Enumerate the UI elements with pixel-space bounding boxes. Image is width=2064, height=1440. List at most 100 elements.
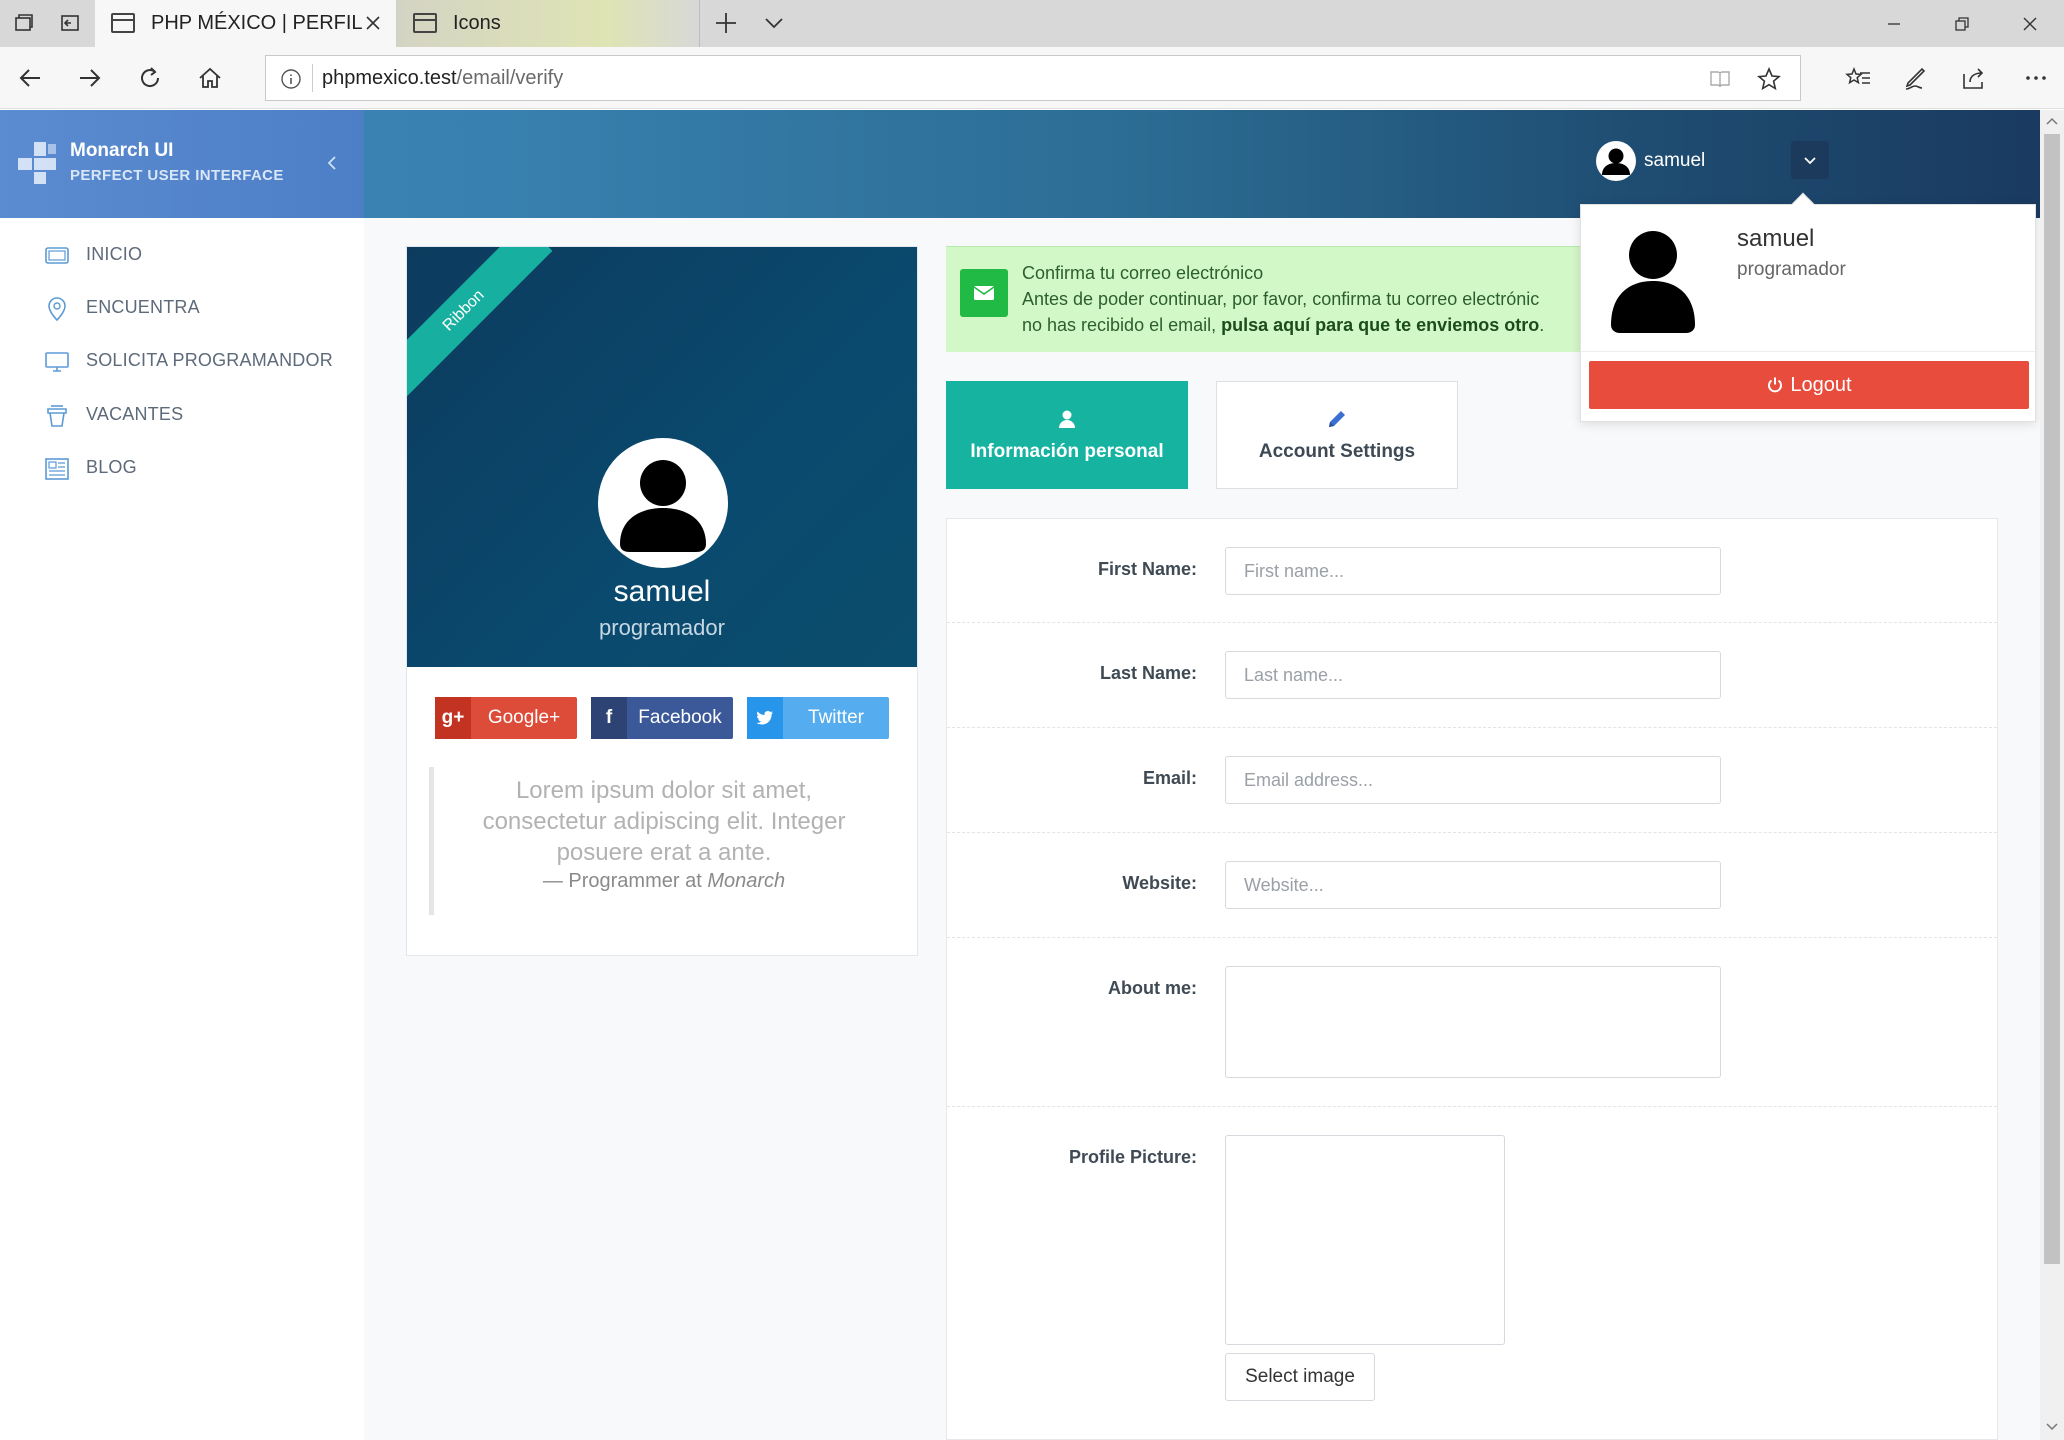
sidebar-item-label: VACANTES	[86, 404, 184, 424]
about-me-label: About me:	[1108, 978, 1197, 998]
restore-icon[interactable]	[1942, 8, 1982, 40]
logout-label: Logout	[1790, 373, 1852, 396]
page-viewport: Monarch UI PERFECT USER INTERFACE samuel…	[0, 110, 2040, 1440]
twitter-icon	[747, 697, 783, 739]
about-me-row: About me:	[947, 938, 1997, 1107]
sidebar-item-vacantes[interactable]: VACANTES	[0, 390, 364, 442]
select-image-button[interactable]: Select image	[1225, 1353, 1375, 1401]
new-tab-icon[interactable]	[714, 11, 738, 35]
page-icon	[413, 13, 437, 33]
sidebar-item-encuentra[interactable]: ENCUENTRA	[0, 283, 364, 335]
scroll-down-icon[interactable]	[2044, 1418, 2060, 1436]
email-field[interactable]	[1225, 756, 1721, 804]
scroll-up-icon[interactable]	[2044, 112, 2060, 130]
header-username[interactable]: samuel	[1644, 150, 1705, 172]
user-silhouette-icon	[1607, 225, 1699, 333]
quote-footer: — Programmer at Monarch	[542, 870, 786, 892]
alert-message-resend: no has recibido el email, pulsa aquí par…	[1022, 315, 1545, 335]
brand-subtitle: PERFECT USER INTERFACE	[70, 167, 284, 184]
first-name-field[interactable]	[1225, 547, 1721, 595]
more-icon[interactable]	[2020, 62, 2052, 94]
resend-link[interactable]: pulsa aquí para que te enviemos otro	[1221, 315, 1539, 335]
page-icon	[111, 13, 135, 33]
tab-php-mexico[interactable]: PHP MÉXICO | PERFIL	[95, 0, 397, 47]
user-silhouette-icon	[1602, 148, 1630, 175]
tab-preview-icon[interactable]	[58, 11, 82, 35]
last-name-field[interactable]	[1225, 651, 1721, 699]
pencil-icon	[1325, 407, 1349, 431]
dropdown-username: samuel	[1737, 225, 1815, 252]
browser-window: PHP MÉXICO | PERFIL Icons phpmexico.test…	[0, 0, 2064, 1440]
tab-title: Icons	[453, 12, 501, 34]
twitter-label: Twitter	[808, 707, 864, 728]
reading-view-icon[interactable]	[1708, 67, 1732, 95]
close-window-icon[interactable]	[2010, 8, 2050, 40]
tab-list-icon[interactable]	[762, 11, 786, 35]
sidebar-item-blog[interactable]: BLOG	[0, 443, 364, 495]
tab-account-settings[interactable]: Account Settings	[1216, 381, 1458, 489]
about-me-field[interactable]	[1225, 966, 1721, 1078]
brand-title: Monarch UI	[70, 140, 174, 161]
header-avatar[interactable]	[1596, 141, 1636, 181]
quote-text: Lorem ipsum dolor sit amet, consectetur …	[482, 777, 846, 866]
chevron-down-icon	[1804, 157, 1816, 165]
close-tab-icon[interactable]	[362, 12, 384, 34]
tab-icons[interactable]: Icons	[397, 0, 700, 47]
dropdown-role: programador	[1737, 259, 1846, 280]
address-bar: phpmexico.test/email/verify	[0, 47, 2064, 109]
power-icon	[1766, 376, 1784, 394]
info-icon[interactable]	[280, 68, 302, 94]
user-menu-toggle[interactable]	[1791, 141, 1829, 179]
tab-bar: PHP MÉXICO | PERFIL Icons	[0, 0, 2064, 47]
twitter-button[interactable]: Twitter	[747, 697, 889, 739]
sidebar-item-label: BLOG	[86, 457, 137, 477]
url-field[interactable]: phpmexico.test/email/verify	[265, 55, 1801, 101]
sidebar-collapse-icon[interactable]	[324, 152, 344, 176]
envelope-icon	[960, 269, 1008, 317]
sidebar: INICIO ENCUENTRA SOLICITA PROGRAMANDOR V…	[0, 218, 364, 1440]
pen-icon[interactable]	[1900, 62, 1932, 94]
location-pin-icon	[44, 296, 70, 322]
website-field[interactable]	[1225, 861, 1721, 909]
email-label: Email:	[1142, 768, 1197, 788]
google-plus-label: Google+	[487, 707, 561, 728]
forward-icon[interactable]	[74, 62, 106, 94]
website-label: Website:	[1122, 873, 1197, 893]
dropdown-divider	[1581, 351, 2035, 352]
scroll-thumb[interactable]	[2044, 134, 2060, 1264]
tab-label: Account Settings	[1258, 441, 1416, 462]
back-icon[interactable]	[14, 62, 46, 94]
user-icon	[1055, 407, 1079, 431]
minimize-icon[interactable]	[1874, 8, 1914, 40]
url-text: phpmexico.test/email/verify	[322, 67, 564, 89]
monitor-icon	[44, 243, 70, 269]
profile-card: Ribbon samuel programador g+ Google+ f F…	[406, 246, 918, 956]
email-row: Email:	[947, 728, 1997, 833]
page-scrollbar[interactable]	[2040, 110, 2064, 1440]
profile-name: samuel	[613, 575, 711, 608]
google-plus-button[interactable]: g+ Google+	[435, 697, 577, 739]
logout-button[interactable]: Logout	[1589, 361, 2029, 409]
facebook-label: Facebook	[638, 707, 722, 728]
sidebar-item-label: INICIO	[86, 244, 143, 264]
favorite-star-icon[interactable]	[1756, 66, 1782, 96]
sidebar-item-inicio[interactable]: INICIO	[0, 230, 364, 282]
tab-set-aside-icon[interactable]	[12, 11, 36, 35]
refresh-icon[interactable]	[134, 62, 166, 94]
desktop-icon	[44, 349, 70, 375]
profile-role: programador	[599, 615, 725, 640]
sidebar-item-label: SOLICITA PROGRAMANDOR	[86, 350, 333, 370]
share-icon[interactable]	[1958, 62, 1990, 94]
alert-title: Confirma tu correo electrónico	[1022, 263, 1264, 283]
sidebar-item-solicita-programandor[interactable]: SOLICITA PROGRAMANDOR	[0, 336, 364, 388]
personal-info-form: First Name: Last Name: Email: Website: A…	[946, 518, 1998, 1440]
user-silhouette-icon	[620, 460, 706, 552]
favorites-hub-icon[interactable]	[1842, 62, 1874, 94]
home-icon[interactable]	[194, 62, 226, 94]
profile-hero: Ribbon samuel programador	[407, 247, 917, 667]
facebook-button[interactable]: f Facebook	[591, 697, 733, 739]
alert-message: Antes de poder continuar, por favor, con…	[1022, 289, 1540, 309]
tab-informacion-personal[interactable]: Información personal	[946, 381, 1188, 489]
user-dropdown-menu: samuel programador Logout	[1580, 192, 2036, 422]
profile-picture-row: Profile Picture: Select image	[947, 1107, 1997, 1440]
